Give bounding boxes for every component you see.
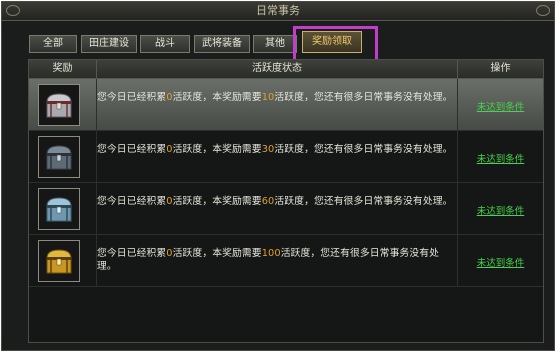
table-row[interactable]: 您今日已经积累0活跃度，本奖励需要100活跃度，您还有很多日常事务没有处理。 未… (29, 235, 543, 287)
table-row[interactable]: 您今日已经积累0活跃度，本奖励需要30活跃度，您还有很多日常事务没有处理。 未达… (29, 131, 543, 183)
steel-chest-icon[interactable] (38, 136, 80, 178)
activity-status-text: 您今日已经积累0活跃度，本奖励需要60活跃度，您还有很多日常事务没有处理。 (97, 196, 453, 207)
tab-general-equipment[interactable]: 武将装备 (194, 35, 250, 53)
gold-chest-icon[interactable] (38, 240, 80, 282)
tab-farm-building[interactable]: 田庄建设 (81, 35, 137, 53)
silver-chest-icon[interactable] (38, 84, 80, 126)
blue-chest-icon[interactable] (38, 188, 80, 230)
activity-status-text: 您今日已经积累0活跃度，本奖励需要30活跃度，您还有很多日常事务没有处理。 (97, 144, 453, 155)
required-value: 100 (261, 248, 281, 259)
claim-status-link[interactable]: 未达到条件 (458, 255, 543, 269)
claim-status-link[interactable]: 未达到条件 (458, 151, 543, 165)
tab-battle[interactable]: 战斗 (140, 35, 190, 53)
required-value: 10 (261, 92, 275, 103)
reward-table: 奖励 活跃度状态 操作 您今日已经积累0活跃度，本奖励需要10活跃度，您还有很多… (28, 59, 544, 343)
required-value: 60 (261, 196, 275, 207)
highlight-annotation-box (293, 26, 378, 62)
claim-status-link[interactable]: 未达到条件 (458, 203, 543, 217)
header-action: 操作 (490, 63, 511, 74)
daily-affairs-window: 日常事务 全部 田庄建设 战斗 武将装备 其他 奖励领取 奖励 活跃度状态 操作 (1, 1, 555, 351)
activity-status-text: 您今日已经积累0活跃度，本奖励需要10活跃度，您还有很多日常事务没有处理。 (97, 92, 453, 103)
header-reward: 奖励 (29, 60, 97, 78)
table-header: 奖励 活跃度状态 操作 (29, 60, 543, 79)
window-title: 日常事务 (256, 4, 300, 17)
tab-other[interactable]: 其他 (253, 35, 297, 53)
required-value: 30 (261, 144, 275, 155)
header-activity-status: 活跃度状态 (97, 60, 458, 78)
activity-status-text: 您今日已经积累0活跃度，本奖励需要100活跃度，您还有很多日常事务没有处理。 (97, 248, 440, 272)
table-row[interactable]: 您今日已经积累0活跃度，本奖励需要60活跃度，您还有很多日常事务没有处理。 未达… (29, 183, 543, 235)
window-titlebar[interactable]: 日常事务 (2, 2, 554, 21)
claim-status-link[interactable]: 未达到条件 (458, 99, 543, 113)
table-row[interactable]: 您今日已经积累0活跃度，本奖励需要10活跃度，您还有很多日常事务没有处理。 未达… (29, 79, 543, 131)
tab-all[interactable]: 全部 (29, 35, 77, 53)
